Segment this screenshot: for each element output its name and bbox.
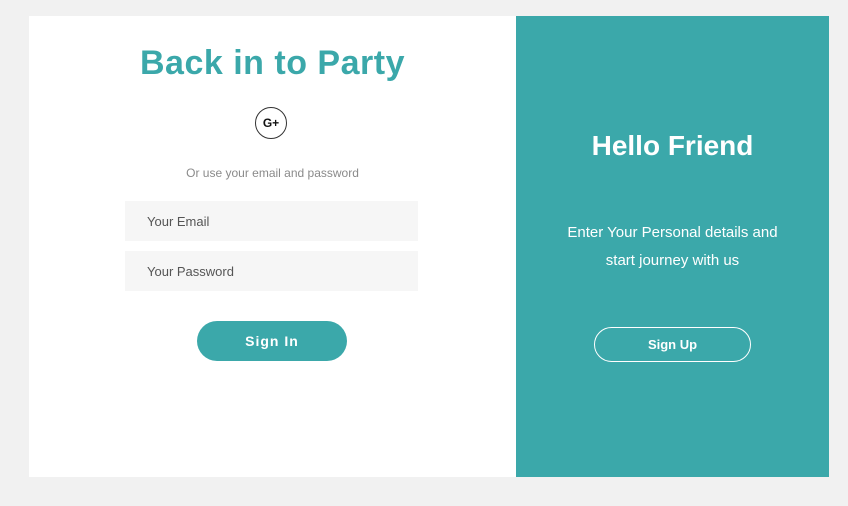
password-input[interactable] [125, 251, 418, 291]
google-plus-icon: G+ [262, 116, 280, 130]
signup-panel: Hello Friend Enter Your Personal details… [516, 16, 829, 477]
email-input[interactable] [125, 201, 418, 241]
signin-button[interactable]: Sign In [197, 321, 347, 361]
promo-text: Enter Your Personal details and start jo… [567, 224, 778, 269]
google-plus-button[interactable]: G+ [255, 107, 287, 139]
auth-card: Back in to Party G+ Or use your email an… [29, 16, 829, 477]
page-title: Back in to Party [140, 44, 405, 82]
signup-button[interactable]: Sign Up [594, 327, 751, 362]
promo-title: Hello Friend [591, 130, 754, 161]
login-hint: Or use your email and password [186, 166, 359, 180]
signin-panel: Back in to Party G+ Or use your email an… [29, 16, 516, 477]
